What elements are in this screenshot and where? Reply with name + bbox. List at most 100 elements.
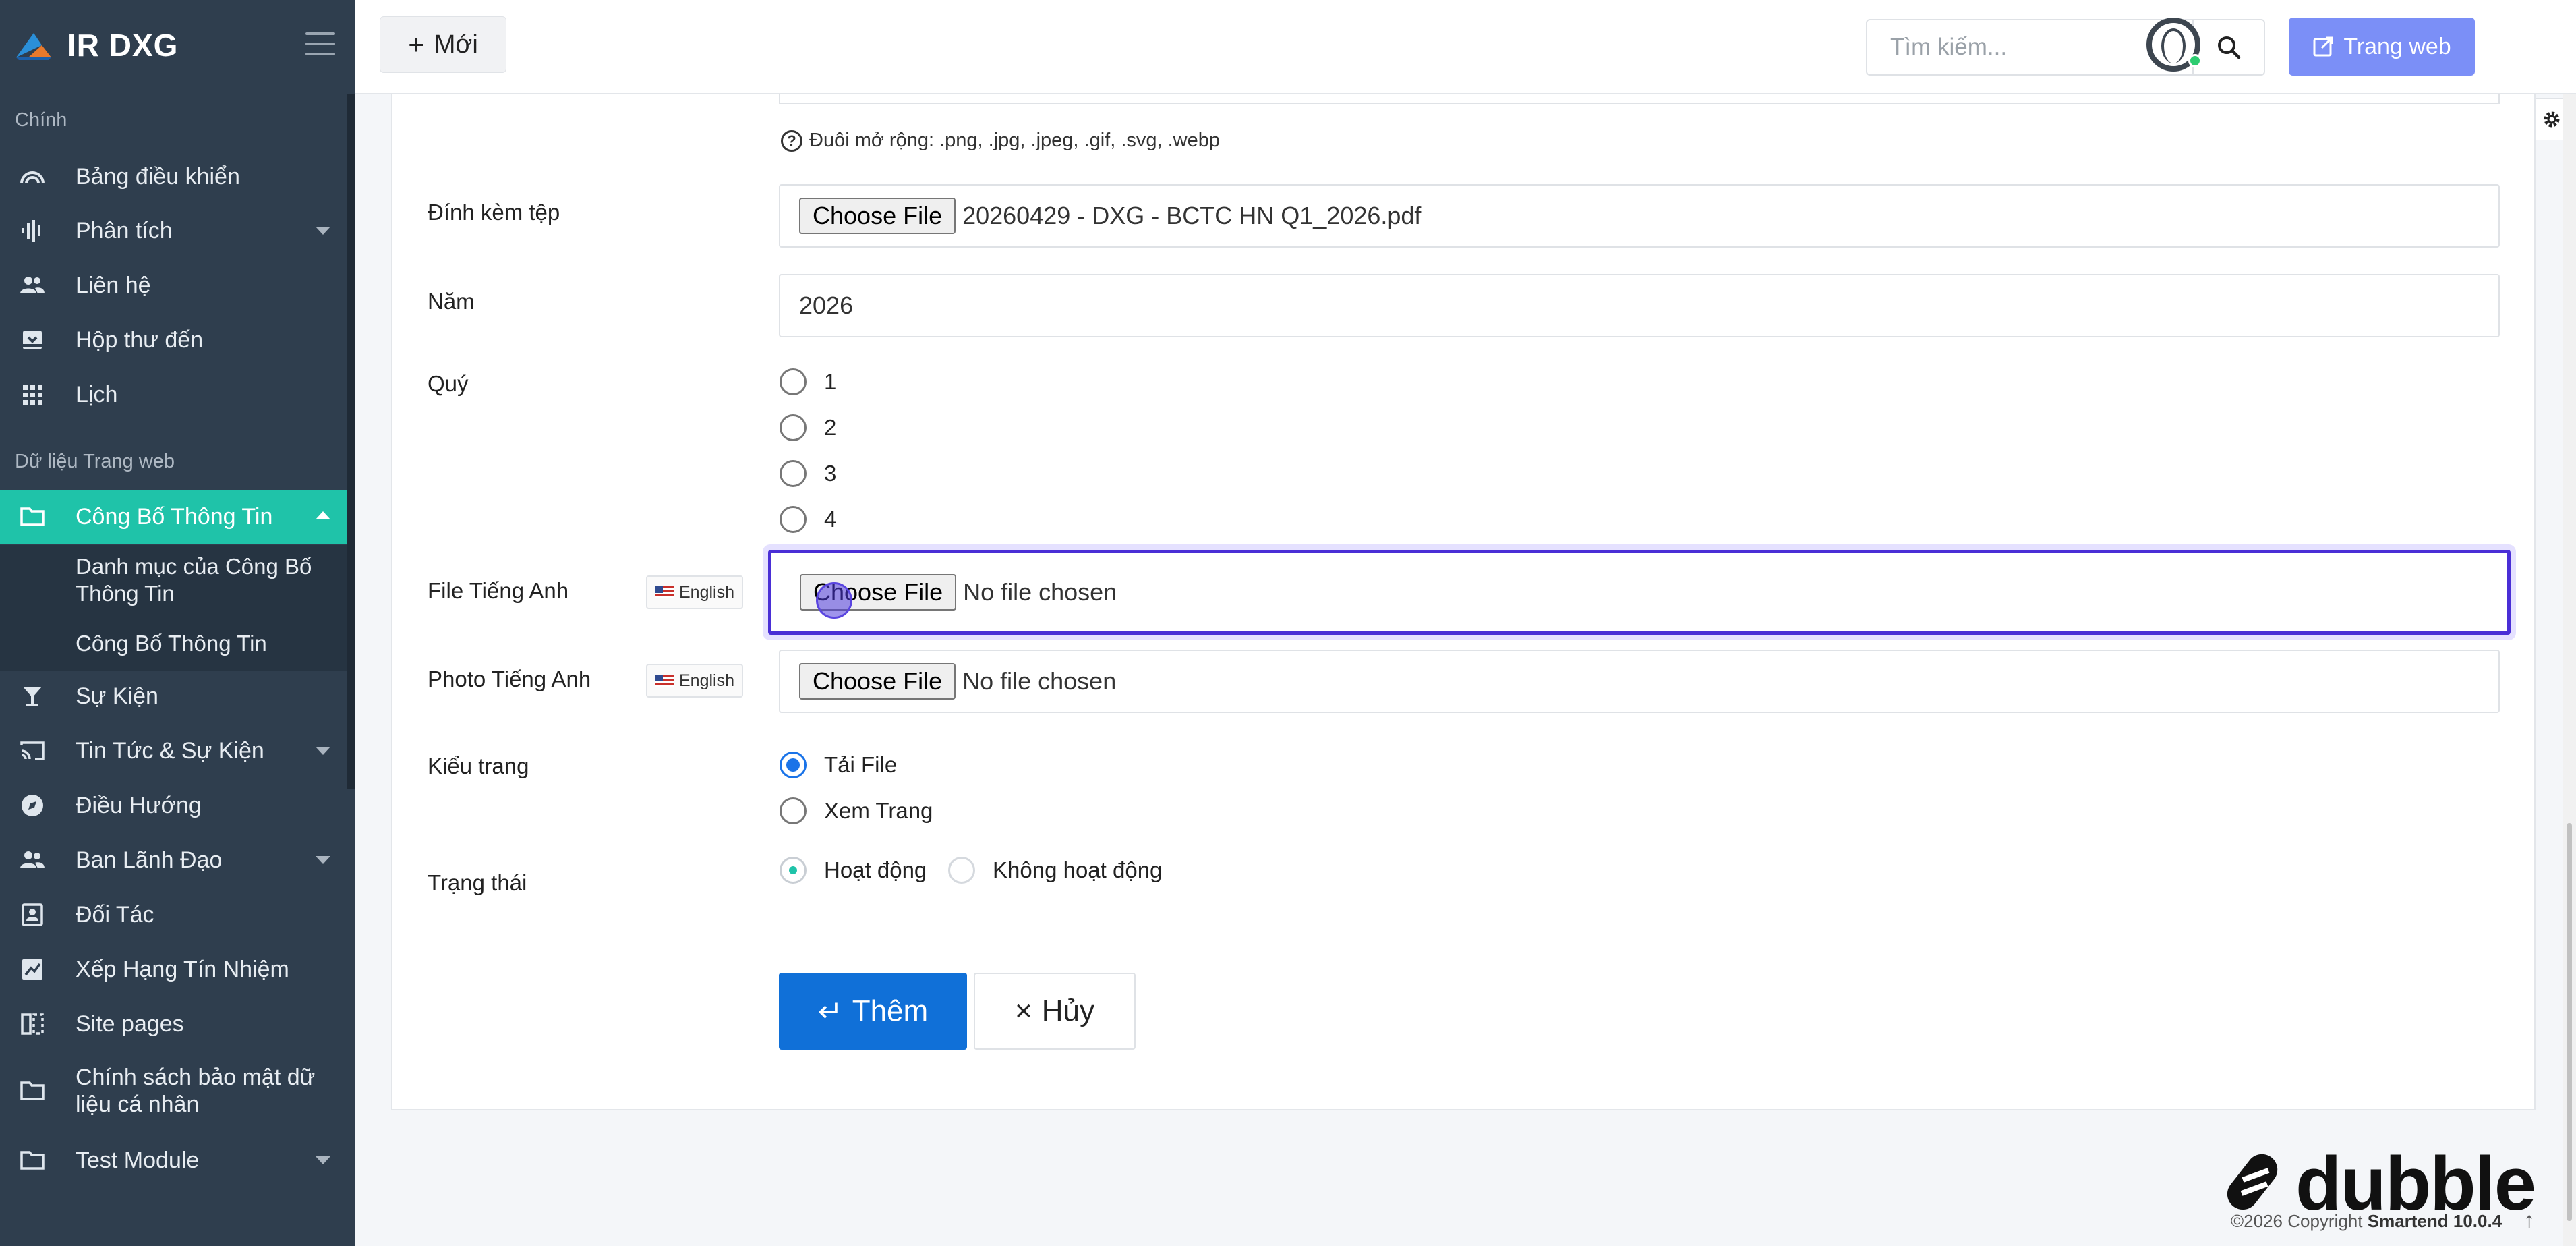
- chevron-down-icon: [316, 1156, 330, 1164]
- rating-icon: [18, 955, 47, 984]
- sidebar-item-events[interactable]: Sự Kiện: [0, 669, 347, 723]
- sidebar-item-credit-rating[interactable]: Xếp Hạng Tín Nhiệm: [0, 942, 347, 996]
- radio-checked-icon[interactable]: [780, 857, 807, 884]
- language-badge: English: [646, 664, 743, 698]
- radio-icon[interactable]: [780, 414, 807, 441]
- folder-icon: [18, 1145, 47, 1175]
- us-flag-icon: [655, 675, 674, 687]
- radio-icon[interactable]: [780, 797, 807, 824]
- sidebar-item-dashboard[interactable]: Bảng điều khiển: [0, 150, 347, 204]
- status-inactive[interactable]: Không hoạt động: [948, 857, 1162, 884]
- sidebar-item-label: Hộp thư đến: [76, 327, 204, 353]
- new-button[interactable]: + Mới: [380, 16, 506, 73]
- sidebar-item-leadership[interactable]: Ban Lãnh Đạo: [0, 833, 347, 887]
- photo-en-label: Photo Tiếng Anh: [428, 667, 591, 691]
- website-button[interactable]: Trang web: [2289, 18, 2475, 76]
- quarter-option-2[interactable]: 2: [780, 414, 836, 441]
- radio-checked-icon[interactable]: [780, 752, 807, 778]
- file-en-status: No file chosen: [963, 578, 1117, 606]
- status-option-label: Hoạt động: [824, 857, 927, 882]
- sidebar: IR DXG Chính Bảng điều khiển Phân tích L…: [0, 0, 355, 1246]
- radio-icon[interactable]: [780, 506, 807, 533]
- question-circle-icon: ?: [781, 130, 802, 152]
- scroll-top-icon[interactable]: ↑: [2523, 1208, 2535, 1234]
- sidebar-item-analytics[interactable]: Phân tích: [0, 204, 347, 258]
- attach-file-input[interactable]: Choose File 20260429 - DXG - BCTC HN Q1_…: [779, 184, 2500, 248]
- page-type-view[interactable]: Xem Trang: [780, 797, 933, 824]
- file-en-input[interactable]: Choose File No file chosen: [768, 550, 2511, 635]
- radio-icon[interactable]: [780, 460, 807, 487]
- sidebar-item-test-module[interactable]: Test Module: [0, 1133, 347, 1187]
- attach-file-name: 20260429 - DXG - BCTC HN Q1_2026.pdf: [962, 202, 1422, 229]
- section-main-label: Chính: [15, 109, 67, 131]
- chevron-down-icon: [316, 856, 330, 864]
- plus-icon: +: [408, 28, 425, 60]
- page-type-label: Kiểu trang: [428, 754, 529, 778]
- file-en-label: File Tiếng Anh: [428, 578, 569, 603]
- page-type-download[interactable]: Tải File: [780, 752, 897, 778]
- submit-button[interactable]: ↵ Thêm: [779, 973, 967, 1050]
- year-input[interactable]: 2026: [779, 274, 2500, 337]
- sidebar-scrollbar[interactable]: [347, 94, 355, 789]
- sidebar-item-label: Sự Kiện: [76, 683, 158, 709]
- year-label: Năm: [428, 289, 475, 314]
- dubble-logo-icon: [2227, 1154, 2278, 1210]
- choose-file-button[interactable]: Choose File: [799, 198, 956, 234]
- new-button-label: Mới: [434, 30, 478, 59]
- page-scrollbar[interactable]: [2563, 94, 2576, 1246]
- quarter-option-3[interactable]: 3: [780, 460, 836, 487]
- cocktail-icon: [18, 681, 47, 711]
- sidebar-item-label: Bảng điều khiển: [76, 163, 240, 190]
- click-indicator: [816, 582, 852, 619]
- brand[interactable]: IR DXG: [0, 0, 355, 90]
- sidebar-item-label: Xếp Hạng Tín Nhiệm: [76, 956, 289, 982]
- return-arrow-icon: ↵: [817, 994, 843, 1028]
- radio-icon[interactable]: [948, 857, 975, 884]
- sidebar-item-label: Phân tích: [76, 217, 173, 244]
- online-status-dot: [2188, 54, 2202, 67]
- chevron-down-icon: [316, 747, 330, 755]
- extension-hint: ? Đuôi mở rộng: .png, .jpg, .jpeg, .gif,…: [781, 130, 1220, 152]
- status-option-label: Không hoạt động: [993, 857, 1163, 882]
- submenu-item-categories[interactable]: Danh mục của Công Bố Thông Tin: [76, 553, 332, 607]
- status-active[interactable]: Hoạt động: [780, 857, 927, 884]
- attach-label: Đính kèm tệp: [428, 200, 560, 225]
- submenu-item-disclosure[interactable]: Công Bố Thông Tin: [76, 630, 267, 657]
- language-badge: English: [646, 575, 743, 609]
- menu-toggle-icon[interactable]: [305, 32, 335, 55]
- sidebar-item-label: Test Module: [76, 1147, 200, 1173]
- sidebar-item-contacts[interactable]: Liên hệ: [0, 258, 347, 312]
- sidebar-item-label: Site pages: [76, 1011, 184, 1037]
- sidebar-item-disclosure[interactable]: Công Bố Thông Tin: [0, 490, 347, 544]
- website-button-label: Trang web: [2343, 33, 2451, 59]
- sidebar-item-site-pages[interactable]: Site pages: [0, 997, 347, 1051]
- external-link-icon: [2312, 36, 2334, 57]
- hint-text: Đuôi mở rộng: .png, .jpg, .jpeg, .gif, .…: [809, 130, 1220, 151]
- contact-card-icon: [18, 900, 47, 930]
- sidebar-item-label: Công Bố Thông Tin: [76, 503, 273, 530]
- radio-icon[interactable]: [780, 368, 807, 395]
- cast-icon: [18, 736, 47, 766]
- choose-file-button[interactable]: Choose File: [799, 663, 956, 700]
- copyright-brand: Smartend 10.0.4: [2367, 1211, 2502, 1231]
- sidebar-item-inbox[interactable]: Hộp thư đến: [0, 313, 347, 367]
- quarter-option-4[interactable]: 4: [780, 506, 836, 533]
- submit-button-label: Thêm: [852, 994, 929, 1027]
- sidebar-item-news[interactable]: Tin Tức & Sự Kiện: [0, 724, 347, 778]
- photo-en-input[interactable]: Choose File No file chosen: [779, 650, 2500, 713]
- quarter-option-label: 3: [824, 461, 837, 486]
- sidebar-item-privacy-policy[interactable]: Chính sách bảo mật dữ liệu cá nhân: [0, 1060, 347, 1121]
- sidebar-item-navigation[interactable]: Điều Hướng: [0, 778, 347, 832]
- search-placeholder: Tìm kiếm...: [1890, 34, 2008, 60]
- sidebar-item-calendar[interactable]: Lịch: [0, 368, 347, 422]
- quarter-option-1[interactable]: 1: [780, 368, 836, 395]
- folder-icon: [18, 1076, 47, 1106]
- search-button[interactable]: [2192, 19, 2265, 76]
- sidebar-item-partners[interactable]: Đối Tác: [0, 888, 347, 942]
- search-input[interactable]: Tìm kiếm...: [1866, 19, 2194, 76]
- chevron-down-icon: [316, 227, 330, 235]
- cancel-button[interactable]: × Hủy: [974, 973, 1136, 1050]
- section-web-label: Dữ liệu Trang web: [15, 451, 175, 472]
- logo-icon: [16, 33, 51, 60]
- sidebar-item-label: Ban Lãnh Đạo: [76, 847, 223, 873]
